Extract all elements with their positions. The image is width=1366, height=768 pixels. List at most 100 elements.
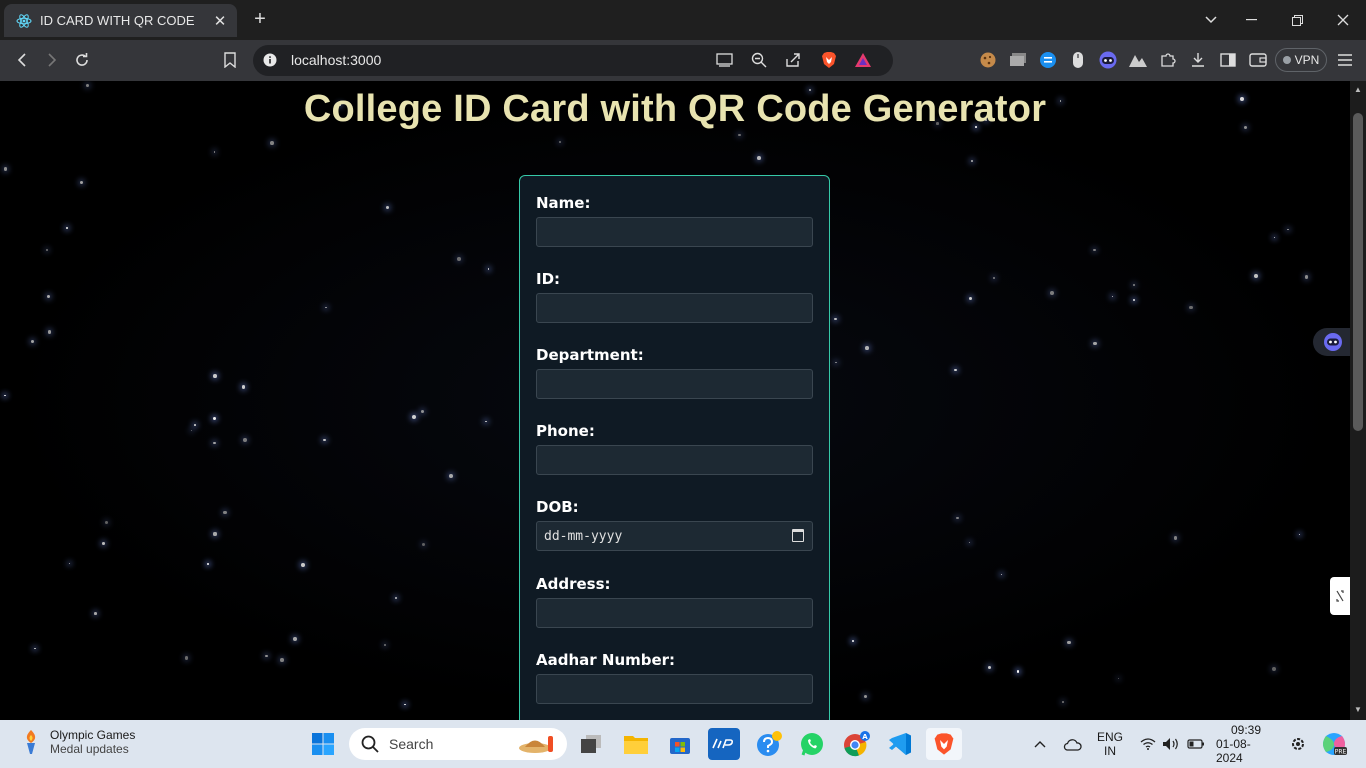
restore-button[interactable] (1274, 0, 1320, 40)
translate-extension-icon[interactable] (1037, 49, 1059, 71)
zoom-out-icon[interactable] (748, 49, 770, 71)
address-bar[interactable]: localhost:3000 (253, 45, 893, 76)
page-scrollbar[interactable]: ▲ ▼ (1350, 81, 1366, 720)
vpn-button[interactable]: VPN (1275, 48, 1327, 72)
dob-placeholder: dd-mm-yyyy (544, 528, 623, 544)
minimize-button[interactable] (1228, 0, 1274, 40)
aadhar-label: Aadhar Number: (536, 651, 676, 669)
star-dot (325, 306, 327, 309)
volume-icon[interactable] (1161, 720, 1181, 768)
cast-icon[interactable] (714, 49, 736, 71)
news-widget[interactable]: Olympic Games Medal updates (20, 728, 135, 756)
name-input[interactable] (536, 217, 813, 247)
scrollbar-thumb[interactable] (1353, 113, 1363, 431)
brave-browser-icon[interactable] (926, 728, 962, 760)
department-input[interactable] (536, 369, 813, 399)
new-tab-button[interactable]: + (249, 8, 271, 30)
wifi-icon[interactable] (1138, 720, 1158, 768)
scroll-up-icon[interactable]: ▲ (1353, 85, 1363, 94)
microsoft-store-icon[interactable] (664, 728, 696, 760)
name-label: Name: (536, 194, 591, 212)
chrome-icon[interactable]: A (840, 728, 872, 760)
star-dot (293, 636, 298, 641)
clock-date: 01-08-2024 (1216, 737, 1251, 765)
bookmark-icon[interactable] (218, 48, 242, 72)
forward-icon[interactable] (40, 48, 64, 72)
star-dot (421, 410, 425, 414)
menu-icon[interactable] (1334, 49, 1356, 71)
star-dot (94, 612, 98, 615)
share-icon[interactable] (782, 49, 804, 71)
clock[interactable]: 09:39 01-08-2024 (1216, 720, 1276, 768)
vscode-icon[interactable] (884, 728, 916, 760)
file-explorer-icon[interactable] (620, 728, 652, 760)
star-dot (4, 394, 7, 397)
tab-close-icon[interactable]: ✕ (211, 12, 229, 30)
mountain-extension-icon[interactable] (1127, 49, 1149, 71)
copilot-icon[interactable]: PRE (1318, 720, 1350, 768)
show-hidden-icons-chevron[interactable] (1030, 720, 1050, 768)
star-dot (737, 133, 741, 137)
wallet-icon[interactable] (1247, 49, 1269, 71)
windows-start-icon[interactable] (307, 728, 339, 760)
site-info-icon[interactable] (263, 53, 277, 72)
help-app-icon[interactable] (752, 728, 784, 760)
mouse-extension-icon[interactable] (1067, 49, 1089, 71)
star-dot (213, 441, 216, 445)
ghost-extension-icon[interactable] (1097, 49, 1119, 71)
star-dot (105, 521, 109, 525)
battery-icon[interactable] (1186, 720, 1206, 768)
star-dot (559, 140, 562, 143)
id-input[interactable] (536, 293, 813, 323)
star-dot (954, 368, 957, 372)
svg-text:A: A (862, 733, 868, 741)
star-dot (213, 150, 216, 153)
news-title: Olympic Games (50, 728, 136, 742)
star-dot (265, 654, 268, 658)
download-icon[interactable] (1187, 49, 1209, 71)
olympic-torch-icon (26, 730, 36, 754)
cookie-extension-icon[interactable] (977, 49, 999, 71)
aadhar-input[interactable] (536, 674, 813, 704)
star-dot (395, 596, 398, 599)
dob-date-input[interactable]: dd-mm-yyyy (536, 521, 813, 551)
assistant-floating-button[interactable] (1313, 328, 1350, 356)
taskbar-search[interactable]: Search (349, 728, 567, 760)
star-dot (968, 296, 972, 300)
department-label: Department: (536, 346, 644, 364)
sidebar-icon[interactable] (1217, 49, 1239, 71)
back-icon[interactable] (10, 48, 34, 72)
task-view-icon[interactable] (575, 728, 607, 760)
star-dot (457, 257, 461, 261)
star-dot (1273, 236, 1275, 238)
reload-icon[interactable] (70, 48, 94, 72)
phone-input[interactable] (536, 445, 813, 475)
star-dot (1304, 275, 1309, 280)
close-window-button[interactable] (1320, 0, 1366, 40)
tab-title: ID CARD WITH QR CODE (40, 13, 195, 28)
star-dot (46, 294, 51, 299)
star-dot (833, 317, 837, 321)
scroll-down-icon[interactable]: ▼ (1353, 705, 1363, 714)
star-dot (1093, 341, 1097, 345)
brave-rewards-icon[interactable] (852, 49, 874, 71)
focus-settings-icon[interactable] (1288, 720, 1308, 768)
tab-manager-extension-icon[interactable] (1007, 49, 1029, 71)
brave-shields-icon[interactable] (818, 49, 840, 71)
star-dot (243, 438, 248, 442)
calendar-icon[interactable] (792, 529, 804, 542)
address-label: Address: (536, 575, 611, 593)
side-panel-handle[interactable] (1330, 577, 1350, 615)
whatsapp-icon[interactable] (796, 728, 828, 760)
tab-strip: ID CARD WITH QR CODE ✕ + (0, 0, 1366, 40)
extensions-puzzle-icon[interactable] (1157, 49, 1179, 71)
star-dot (45, 248, 48, 251)
hp-app-icon[interactable] (708, 728, 740, 760)
windows-taskbar: Olympic Games Medal updates Search A ENG… (0, 720, 1366, 768)
active-tab[interactable]: ID CARD WITH QR CODE ✕ (4, 4, 237, 37)
language-indicator[interactable]: ENG IN (1095, 720, 1125, 768)
address-input[interactable] (536, 598, 813, 628)
star-dot (270, 140, 274, 145)
onedrive-cloud-icon[interactable] (1060, 720, 1084, 768)
star-dot (323, 438, 327, 442)
